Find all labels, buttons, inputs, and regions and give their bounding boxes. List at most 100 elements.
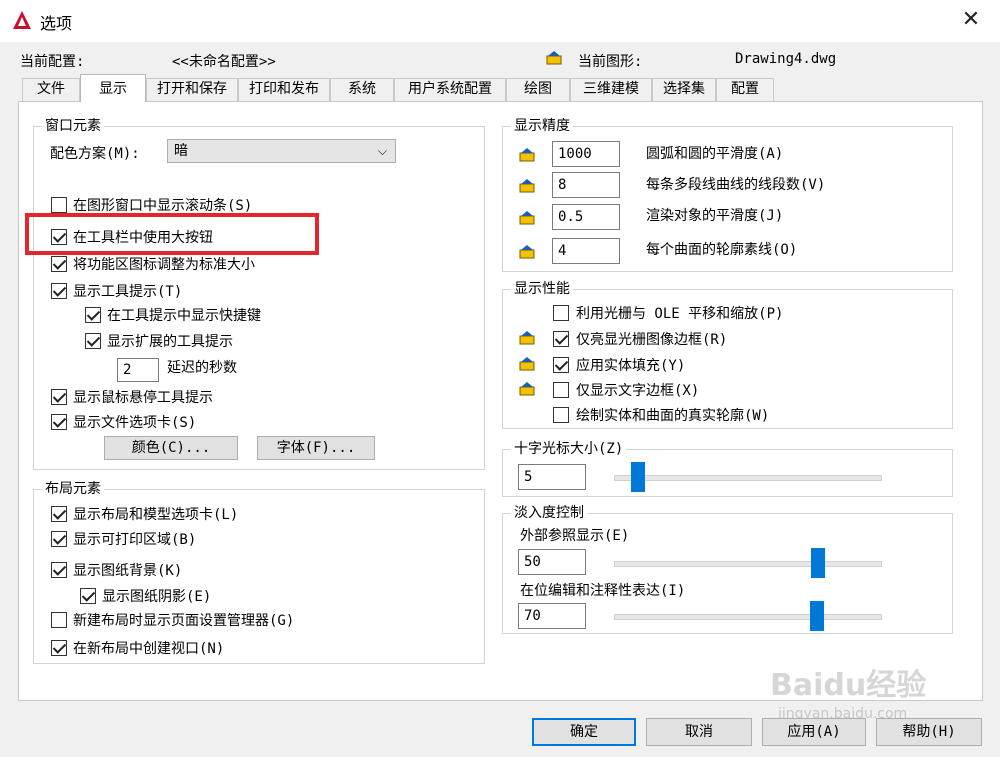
xref-slider-thumb[interactable] [811,548,825,578]
checkbox-solid-fill[interactable] [553,357,569,373]
label-show-tooltips: 显示工具提示(T) [73,284,183,300]
checkbox-paper-background[interactable] [51,562,67,578]
checkbox-create-viewport[interactable] [51,640,67,656]
checkbox-raster-ole-pan-zoom[interactable] [553,305,569,321]
arc-smoothness-label: 圆弧和圆的平滑度(A) [646,146,784,162]
tab-profiles[interactable]: 配置 [716,78,774,101]
checkbox-printable-area[interactable] [51,531,67,547]
inplace-edit-input[interactable]: 70 [518,603,586,629]
polyline-segments-input[interactable]: 8 [552,172,620,198]
drawing-pref-icon [519,245,535,259]
baidu-watermark: Baidu经验 [770,668,927,703]
checkbox-rollover-tooltips[interactable] [51,389,67,405]
tab-files[interactable]: 文件 [22,78,80,101]
label-page-setup-manager: 新建布局时显示页面设置管理器(G) [73,613,295,629]
tab-system[interactable]: 系统 [330,78,394,101]
label-paper-background: 显示图纸背景(K) [73,563,183,579]
drawing-pref-icon [519,331,535,345]
checkbox-ribbon-icons-standard[interactable] [51,256,67,272]
drawing-pref-icon [519,179,535,193]
color-scheme-value: 暗 [174,143,188,159]
drawing-pref-icon [546,51,562,65]
color-scheme-label: 配色方案(M): [50,146,140,162]
checkbox-show-tooltips[interactable] [51,283,67,299]
label-ribbon-icons-standard: 将功能区图标调整为标准大小 [73,257,255,273]
arc-smoothness-input[interactable]: 1000 [552,141,620,167]
tab-plot-publish[interactable]: 打印和发布 [238,78,330,101]
cancel-button[interactable]: 取消 [646,718,752,746]
contour-lines-label: 每个曲面的轮廓素线(O) [646,242,798,258]
checkbox-file-tabs[interactable] [51,414,67,430]
label-paper-shadow: 显示图纸阴影(E) [102,589,212,605]
inplace-slider-track[interactable] [614,614,882,620]
inplace-edit-label: 在位编辑和注释性表达(I) [520,583,686,599]
checkbox-paper-shadow[interactable] [80,588,96,604]
display-performance-title: 显示性能 [511,280,573,298]
inplace-slider-thumb[interactable] [810,601,825,631]
tooltip-delay-label: 延迟的秒数 [167,360,237,376]
label-printable-area: 显示可打印区域(B) [73,532,197,548]
render-smoothness-input[interactable]: 0.5 [552,204,620,230]
checkbox-tooltip-shortcuts[interactable] [85,307,101,323]
color-scheme-select[interactable]: 暗 ⌵ [167,139,396,163]
label-rollover-tooltips: 显示鼠标悬停工具提示 [73,390,213,406]
drawing-pref-icon [519,148,535,162]
label-file-tabs: 显示文件选项卡(S) [73,415,197,431]
current-profile-value: <<未命名配置>> [172,54,276,70]
drawing-pref-icon [519,382,535,396]
render-smoothness-label: 渲染对象的平滑度(J) [646,208,784,224]
checkbox-text-frame-only[interactable] [553,382,569,398]
polyline-segments-label: 每条多段线曲线的线段数(V) [646,177,826,193]
tab-drafting[interactable]: 绘图 [506,78,570,101]
tab-open-save[interactable]: 打开和保存 [146,78,238,101]
drawing-pref-icon [519,211,535,225]
checkbox-page-setup-manager[interactable] [51,612,67,628]
label-tooltip-shortcuts: 在工具提示中显示快捷键 [107,308,261,324]
label-text-frame-only: 仅显示文字边框(X) [576,383,700,399]
fade-control-title: 淡入度控制 [511,504,587,522]
window-elements-title: 窗口元素 [42,117,104,135]
label-raster-ole-pan-zoom: 利用光栅与 OLE 平移和缩放(P) [576,306,784,322]
tooltip-delay-input[interactable]: 2 [117,358,159,382]
current-drawing-label: 当前图形: [578,54,643,70]
colors-button[interactable]: 颜色(C)... [104,436,238,460]
current-drawing-value: Drawing4.dwg [735,51,837,67]
xref-display-label: 外部参照显示(E) [520,528,630,544]
apply-button[interactable]: 应用(A) [762,718,866,746]
tab-user-preferences[interactable]: 用户系统配置 [394,78,506,101]
current-profile-label: 当前配置: [20,54,85,70]
help-button[interactable]: 帮助(H) [876,718,982,746]
label-layout-model-tabs: 显示布局和模型选项卡(L) [73,507,239,523]
window-title: 选项 [40,14,73,33]
crosshair-size-input[interactable]: 5 [518,464,586,490]
crosshair-size-title: 十字光标大小(Z) [511,440,627,458]
label-show-scrollbars: 在图形窗口中显示滚动条(S) [73,198,253,214]
contour-lines-input[interactable]: 4 [552,238,620,264]
title-bar: 选项 ✕ [0,0,1000,42]
layout-elements-title: 布局元素 [42,480,104,498]
xref-display-input[interactable]: 50 [518,549,586,575]
tab-display[interactable]: 显示 [80,74,146,102]
display-resolution-title: 显示精度 [511,117,573,135]
label-solid-fill: 应用实体填充(Y) [576,358,686,374]
tab-3d-modeling[interactable]: 三维建模 [570,78,652,101]
checkbox-true-silhouettes[interactable] [553,407,569,423]
checkbox-layout-model-tabs[interactable] [51,506,67,522]
checkbox-show-scrollbars[interactable] [51,197,67,213]
label-create-viewport: 在新布局中创建视口(N) [73,641,225,657]
tab-selection[interactable]: 选择集 [652,78,716,101]
ok-button[interactable]: 确定 [532,718,636,746]
checkbox-large-buttons[interactable] [51,229,67,245]
label-large-buttons: 在工具栏中使用大按钮 [73,230,213,246]
checkbox-extended-tooltips[interactable] [85,333,101,349]
fonts-button[interactable]: 字体(F)... [257,436,375,460]
chevron-down-icon: ⌵ [377,144,387,158]
autocad-icon [13,11,31,29]
crosshair-slider-track[interactable] [614,475,882,481]
close-icon[interactable]: ✕ [956,6,986,36]
xref-slider-track[interactable] [614,561,882,567]
checkbox-raster-frame-only[interactable] [553,331,569,347]
crosshair-slider-thumb[interactable] [631,462,646,492]
label-true-silhouettes: 绘制实体和曲面的真实轮廓(W) [576,408,770,424]
label-extended-tooltips: 显示扩展的工具提示 [107,334,233,350]
